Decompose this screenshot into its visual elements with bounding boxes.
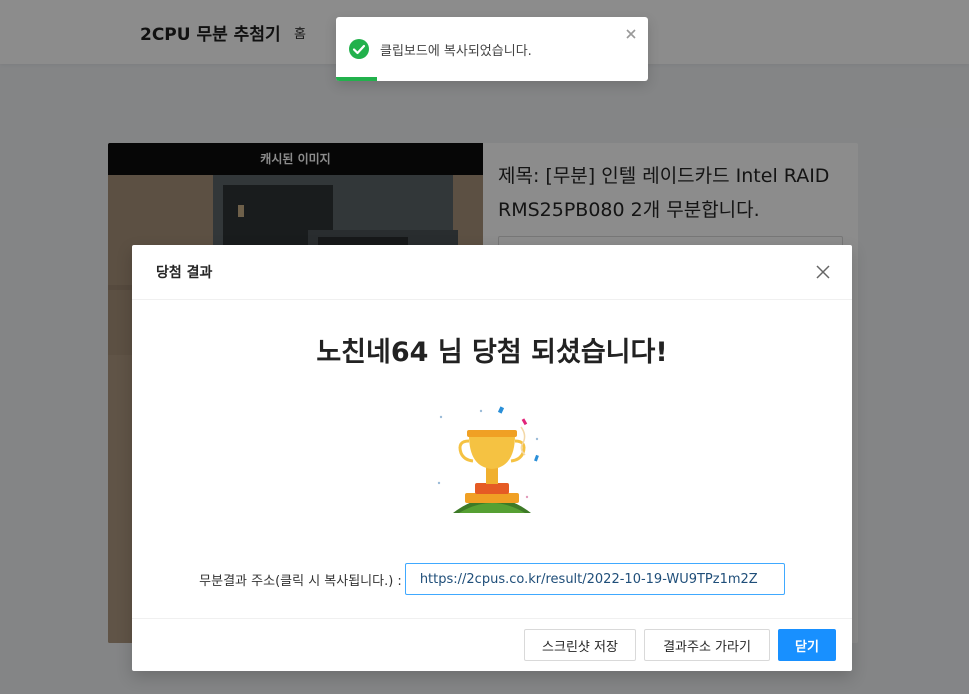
result-modal: 당첨 결과 노친네64 님 당첨 되셨습니다! 무분결과 주소(클릭 시 복사됩…: [132, 245, 852, 671]
modal-header: 당첨 결과: [132, 245, 852, 300]
close-button[interactable]: 닫기: [778, 629, 836, 661]
check-circle-icon: [349, 39, 369, 59]
trophy-icon: [437, 406, 539, 513]
toast-message: 클립보드에 복사되었습니다.: [380, 44, 532, 59]
modal-footer: 스크린샷 저장 결과주소 가라기 닫기: [132, 618, 852, 671]
modal-title: 당첨 결과: [156, 265, 213, 281]
copy-toast: 클립보드에 복사되었습니다.: [336, 17, 648, 81]
result-url-row: 무분결과 주소(클릭 시 복사됩니다.) :: [132, 563, 852, 595]
winner-message: 노친네64 님 당첨 되셨습니다!: [316, 337, 668, 368]
toast-close-icon[interactable]: [624, 27, 638, 41]
result-url-label: 무분결과 주소(클릭 시 복사됩니다.) :: [199, 573, 402, 589]
result-url-input[interactable]: [404, 563, 785, 595]
hide-url-button[interactable]: 결과주소 가라기: [644, 629, 770, 661]
modal-body: 노친네64 님 당첨 되셨습니다! 무분결과 주소(클릭 시 복사됩니다.) :: [132, 300, 852, 618]
close-icon[interactable]: [812, 261, 834, 283]
save-screenshot-button[interactable]: 스크린샷 저장: [524, 629, 636, 661]
toast-progress-bar: [336, 77, 377, 81]
